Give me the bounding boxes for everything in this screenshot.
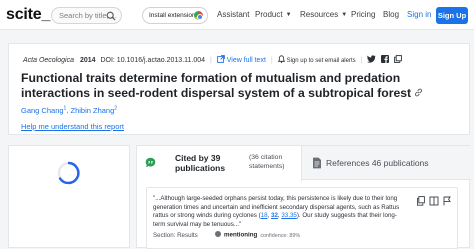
chevron-down-icon: ▼ [341,12,348,18]
loading-spinner-icon [57,161,81,185]
facebook-icon[interactable] [381,55,390,63]
paper-title-text: Functional traits determine formation of… [21,71,412,100]
tab-cited-by[interactable]: Cited by 39 publications (36 citation st… [137,146,302,181]
divider: | [360,57,363,64]
sign-in-link[interactable]: Sign in [407,10,431,19]
author-link[interactable]: Zhibin Zhang2 [70,105,118,115]
nav-blog[interactable]: Blog [383,10,399,19]
email-alerts-link[interactable]: Sign up to set email alerts [287,58,356,64]
author-affiliation: 2 [114,105,118,111]
divider: | [209,57,212,64]
classification-confidence: confidence: 89% [260,232,301,239]
author-link[interactable]: Gang Chang1 [21,105,67,115]
citation-statement-card: "...Although large-seeded orphans persis… [146,187,458,249]
bell-icon [277,55,285,63]
nav-pricing[interactable]: Pricing [351,10,375,19]
doi[interactable]: DOI: 10.1016/j.actao.2013.11.004 [100,57,205,64]
reference-link[interactable]: 33,35 [281,212,296,219]
reference-link-highlighted[interactable]: 32 [271,212,278,219]
search-icon[interactable] [106,11,116,21]
references-label: References 46 publications [326,158,429,168]
link-icon[interactable] [414,88,423,97]
citation-statements-count: (36 citation statements) [249,154,285,170]
reference-link[interactable]: 18 [261,212,268,219]
citation-tabs: Cited by 39 publications (36 citation st… [137,146,471,181]
tab-references[interactable]: References 46 publications [308,146,468,180]
view-full-text-link[interactable]: View full text [227,57,266,64]
author-name: Zhibin Zhang [70,105,115,115]
classification-label: mentioning [224,231,258,239]
authors: Gang Chang1, Zhibin Zhang2 [21,105,118,115]
journal-name[interactable]: Acta Oecologica [23,57,74,64]
sign-up-button[interactable]: Sign Up [436,7,468,24]
document-icon [313,157,321,169]
nav-product-label: Product [255,10,283,19]
citation-snippet: "...Although large-seeded orphans persis… [153,195,400,228]
twitter-icon[interactable] [367,55,376,63]
author-affiliation: 1 [63,105,67,111]
external-link-icon [216,55,225,63]
search-input[interactable]: Search by title, ... [51,7,122,24]
help-understand-report-link[interactable]: Help me understand this report [21,122,124,131]
nav-resources[interactable]: Resources ▼ [300,10,347,19]
install-extension-button[interactable]: Install extension! [142,7,208,24]
publication-year: 2014 [79,57,96,64]
nav-product[interactable]: Product ▼ [255,10,292,19]
classification-badge: mentioning confidence: 89% [215,231,300,239]
open-icon[interactable] [429,196,439,206]
paper-title: Functional traits determine formation of… [21,71,441,100]
chevron-down-icon: ▼ [285,12,292,18]
nav-resources-label: Resources [300,10,339,19]
paper-meta: Acta Oecologica 2014 DOI: 10.1016/j.acta… [23,55,403,64]
citations-panel: Cited by 39 publications (36 citation st… [136,145,471,249]
nav-assistant[interactable]: Assistant [217,10,249,19]
author-name: Gang Chang [21,105,64,115]
cited-by-label: Cited by 39 publications [175,153,226,173]
paper-header-card: Acta Oecologica 2014 DOI: 10.1016/j.acta… [8,43,470,135]
mentioning-dot-icon [215,231,221,237]
citation-actions [417,196,451,206]
scite-logo[interactable]: scite_ [6,6,50,24]
install-extension-label: Install extension! [149,11,198,19]
flag-icon[interactable] [443,196,451,206]
divider: | [270,57,273,64]
quote-bubble-icon [145,157,156,168]
citation-summary-panel [8,145,130,248]
copy-icon[interactable] [394,55,403,63]
copy-icon[interactable] [417,196,425,206]
citation-section: Section: Results [153,232,198,239]
chrome-icon [194,11,203,20]
top-navbar: scite_ Search by title, ... Install exte… [0,0,474,30]
